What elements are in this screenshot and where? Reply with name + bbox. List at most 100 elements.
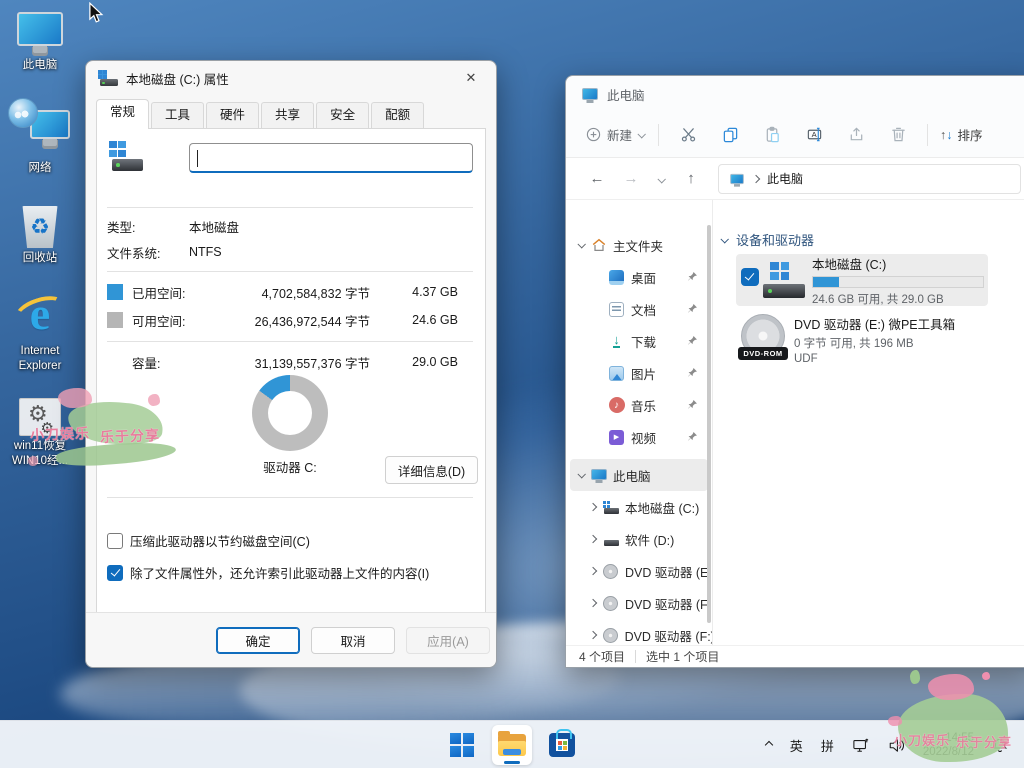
index-checkbox-row[interactable]: 除了文件属性外，还允许索引此驱动器上文件的内容(I): [107, 563, 429, 582]
sidebar-item-dvd-e[interactable]: DVD 驱动器 (E: [566, 555, 712, 587]
sidebar-item-documents[interactable]: 文档: [566, 293, 712, 325]
tab-quota[interactable]: 配额: [371, 102, 424, 128]
apply-button[interactable]: 应用(A): [406, 627, 490, 654]
sidebar-scrollbar[interactable]: [707, 225, 711, 623]
sidebar-item-dvd-f[interactable]: DVD 驱动器 (F: [566, 587, 712, 619]
explorer-titlebar[interactable]: 此电脑: [566, 76, 1024, 112]
icon-label: Internet Explorer: [8, 344, 72, 374]
breadcrumb[interactable]: 此电脑: [718, 164, 1021, 194]
sidebar-item-videos[interactable]: ▶ 视频: [566, 421, 712, 453]
sidebar-item-music[interactable]: ♪ 音乐: [566, 389, 712, 421]
close-icon[interactable]: ✕: [452, 65, 490, 91]
dvd-e-item[interactable]: DVD-ROM DVD 驱动器 (E:) 微PE工具箱 0 字节 可用, 共 1…: [741, 314, 1001, 368]
trash-icon: [890, 126, 907, 143]
ime-language-button[interactable]: 英: [783, 725, 810, 765]
plus-circle-icon: [586, 127, 601, 142]
toolbar-separator: [658, 124, 659, 146]
recent-locations-button[interactable]: [648, 170, 674, 187]
dvd-icon: DVD-ROM: [741, 314, 787, 360]
file-explorer-taskbar-button[interactable]: [492, 725, 532, 765]
show-hidden-icons-button[interactable]: [759, 725, 779, 765]
microsoft-store-button[interactable]: [542, 725, 582, 765]
sidebar: 主文件夹 桌面 文档 ↓ 下载 图片: [566, 200, 713, 645]
rename-icon: A: [806, 126, 823, 143]
ok-button[interactable]: 确定: [216, 627, 300, 654]
dialog-title: 本地磁盘 (C:) 属性: [126, 69, 452, 88]
sidebar-item-downloads[interactable]: ↓ 下载: [566, 325, 712, 357]
volume-button[interactable]: [881, 725, 913, 765]
cancel-button[interactable]: 取消: [311, 627, 395, 654]
spacer: [107, 354, 123, 370]
sidebar-item-drive-d[interactable]: 软件 (D:): [566, 523, 712, 555]
tab-security[interactable]: 安全: [316, 102, 369, 128]
selected-count: 选中 1 个项目: [646, 648, 719, 665]
clock[interactable]: 14:55 2022/8/12: [917, 731, 980, 759]
chevron-down-icon: [577, 470, 585, 478]
date: 2022/8/12: [923, 745, 974, 759]
desktop-icon-internet-explorer[interactable]: e Internet Explorer: [2, 292, 78, 374]
up-button[interactable]: ↑: [674, 170, 708, 187]
svg-text:A: A: [811, 130, 817, 139]
dialog-titlebar[interactable]: 本地磁盘 (C:) 属性 ✕: [86, 61, 496, 95]
drive-name: DVD 驱动器 (E:) 微PE工具箱: [794, 314, 955, 333]
tab-hardware[interactable]: 硬件: [206, 102, 259, 128]
back-button[interactable]: ←: [580, 170, 614, 187]
toolbar-separator: [927, 124, 928, 146]
new-button[interactable]: 新建: [580, 119, 650, 151]
sort-button[interactable]: ↑↓ 排序: [936, 125, 983, 144]
sidebar-item-desktop[interactable]: 桌面: [566, 261, 712, 293]
text-caret: [197, 150, 198, 167]
chevron-right-icon: [589, 503, 597, 511]
index-checkbox[interactable]: [107, 565, 123, 581]
properties-dialog: 本地磁盘 (C:) 属性 ✕ 常规 工具 硬件 共享 安全 配额 类型: 本地磁…: [85, 60, 497, 668]
capacity-row: 容量: 31,139,557,376 字节 29.0 GB: [107, 349, 458, 375]
cut-button[interactable]: [667, 119, 709, 151]
copy-button[interactable]: [709, 119, 751, 151]
volume-label-input[interactable]: [189, 143, 473, 173]
store-icon: [549, 733, 575, 757]
pin-icon: [687, 271, 698, 282]
tab-tools[interactable]: 工具: [151, 102, 204, 128]
capacity-bar: [812, 276, 984, 288]
bell-icon: z: [991, 737, 1009, 754]
drive-c-item[interactable]: 本地磁盘 (C:) 24.6 GB 可用, 共 29.0 GB: [736, 254, 988, 306]
desktop-icon-this-pc[interactable]: 此电脑: [2, 12, 78, 73]
type-row: 类型: 本地磁盘: [107, 215, 473, 237]
details-button[interactable]: 详细信息(D): [385, 456, 478, 484]
forward-button[interactable]: →: [614, 170, 648, 187]
rename-button[interactable]: A: [793, 119, 835, 151]
general-tab-panel: 类型: 本地磁盘 文件系统: NTFS 已用空间: 4,702,584,832 …: [96, 128, 486, 614]
chevron-up-icon: [765, 741, 773, 749]
compress-checkbox-row[interactable]: 压缩此驱动器以节约磁盘空间(C): [107, 531, 310, 550]
delete-button[interactable]: [877, 119, 919, 151]
filesystem-row: 文件系统: NTFS: [107, 241, 473, 263]
section-devices-and-drives[interactable]: 设备和驱动器: [721, 230, 814, 249]
svg-text:z: z: [1002, 739, 1005, 746]
desktop-icon-network[interactable]: 网络: [2, 100, 78, 176]
breadcrumb-root[interactable]: 此电脑: [767, 170, 803, 187]
desktop-icon-recycle-bin[interactable]: ♻ 回收站: [2, 206, 78, 266]
drive-name: 本地磁盘 (C:): [812, 254, 988, 273]
sort-arrows-icon: ↑↓: [940, 128, 953, 142]
desktop-icon-win11-restore[interactable]: ⚙⚙ win11恢复 WIN10经...: [2, 398, 78, 469]
pin-icon: [687, 431, 698, 442]
sidebar-item-dvd-f2[interactable]: DVD 驱动器 (F:): [566, 619, 712, 645]
drive-icon-large: [109, 141, 143, 171]
ime-mode-button[interactable]: 拼: [814, 725, 841, 765]
sidebar-item-pictures[interactable]: 图片: [566, 357, 712, 389]
compress-checkbox[interactable]: [107, 533, 123, 549]
tab-sharing[interactable]: 共享: [261, 102, 314, 128]
tab-general[interactable]: 常规: [96, 99, 149, 129]
start-button[interactable]: [442, 725, 482, 765]
network-button[interactable]: [845, 725, 877, 765]
share-button[interactable]: [835, 119, 877, 151]
sidebar-item-this-pc[interactable]: 此电脑: [570, 459, 708, 491]
chevron-right-icon: [589, 535, 597, 543]
sidebar-item-home[interactable]: 主文件夹: [566, 229, 712, 261]
notification-center-button[interactable]: z: [984, 725, 1016, 765]
taskbar-tray: 英 拼 14:55 2022/8/12 z: [759, 721, 1016, 768]
drive-info: 24.6 GB 可用, 共 29.0 GB: [812, 291, 988, 307]
selected-checkbox[interactable]: [741, 268, 759, 286]
paste-button[interactable]: [751, 119, 793, 151]
sidebar-item-drive-c[interactable]: 本地磁盘 (C:): [566, 491, 712, 523]
